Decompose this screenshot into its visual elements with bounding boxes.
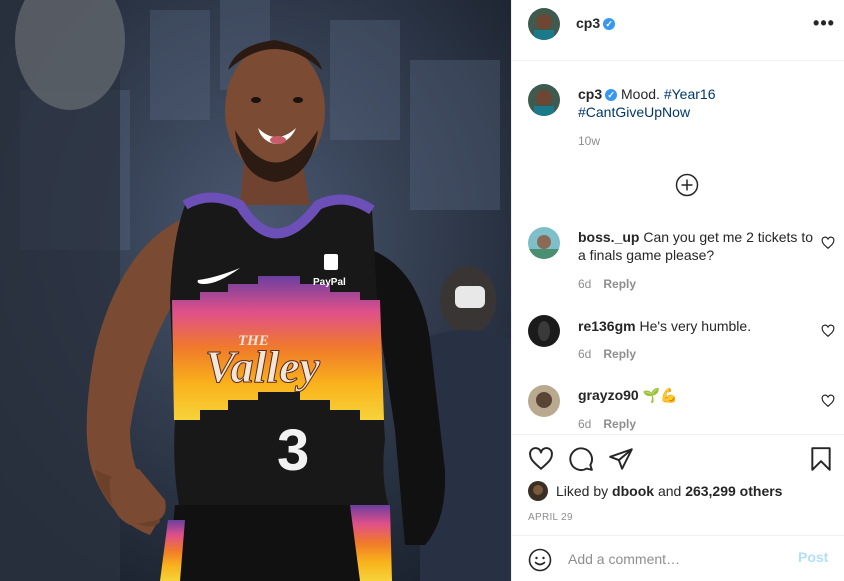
save-icon[interactable] (808, 446, 834, 472)
comment: re136gm He's very humble. (578, 317, 818, 335)
verified-badge-icon: ✓ (603, 18, 616, 30)
add-comment-bar: Post (512, 535, 844, 581)
comment-meta: 6d Reply (578, 347, 636, 361)
post-header: cp3 ✓ ••• (512, 0, 844, 61)
comment: grayzo90 🌱💪 (578, 386, 818, 404)
comment-age: 6d (578, 347, 592, 361)
author-username[interactable]: cp3 (576, 15, 600, 31)
comments-list[interactable]: cp3 ✓ Mood. #Year16 #CantGiveUpNow 10w bo… (512, 61, 844, 434)
liker-username[interactable]: dbook (612, 483, 654, 499)
caption-avatar[interactable] (528, 84, 560, 116)
load-more-comments-icon[interactable] (675, 173, 699, 197)
more-options-icon[interactable]: ••• (812, 14, 836, 36)
comment: boss._up Can you get me 2 tickets to a f… (578, 228, 818, 264)
share-icon[interactable] (608, 446, 634, 472)
commenter-avatar[interactable] (528, 315, 560, 347)
reply-button[interactable]: Reply (603, 417, 636, 431)
post-photo[interactable]: THE Valley 3 PayPal (0, 0, 511, 581)
verified-badge-icon: ✓ (605, 89, 618, 101)
like-comment-heart-icon[interactable] (821, 236, 835, 250)
jersey-number: 3 (277, 418, 309, 483)
post-actions: Liked by dbook and 263,299 others APRIL … (512, 434, 844, 581)
author-avatar[interactable] (528, 8, 560, 40)
caption-username[interactable]: cp3 (578, 86, 602, 102)
photo-illustration: THE Valley 3 PayPal (0, 0, 511, 581)
comment-text: He's very humble. (639, 318, 752, 334)
comment-username[interactable]: boss._up (578, 229, 639, 245)
paypal-logo-icon (324, 254, 338, 270)
caption-text: Mood. (621, 86, 660, 102)
comment-input[interactable] (568, 548, 788, 570)
commenter-avatar[interactable] (528, 385, 560, 417)
hashtag-link[interactable]: #Year16 (664, 86, 716, 102)
liked-by-prefix: Liked by (556, 483, 609, 499)
comment-meta: 6d Reply (578, 417, 636, 431)
liked-by-and: and (657, 483, 682, 499)
comment-meta: 6d Reply (578, 277, 636, 291)
reply-button[interactable]: Reply (603, 347, 636, 361)
post-date: APRIL 29 (528, 512, 573, 523)
hashtag-link[interactable]: #CantGiveUpNow (578, 104, 690, 120)
emoji-icon[interactable] (528, 548, 552, 572)
comment-username[interactable]: grayzo90 (578, 387, 639, 403)
comment-text: 🌱💪 (642, 387, 678, 403)
jersey-valley-text: Valley (205, 341, 321, 392)
heart-icon[interactable] (528, 446, 554, 472)
post-side-panel: cp3 ✓ ••• cp3 ✓ Mood. #Year16 #CantGiveUpN… (511, 0, 844, 581)
caption-age: 10w (578, 134, 601, 148)
like-comment-heart-icon[interactable] (821, 324, 835, 338)
comment-username[interactable]: re136gm (578, 318, 636, 334)
caption: cp3 ✓ Mood. #Year16 #CantGiveUpNow (578, 85, 818, 121)
like-comment-heart-icon[interactable] (821, 394, 835, 408)
liker-avatar[interactable] (528, 481, 548, 501)
likes-count[interactable]: 263,299 others (685, 483, 782, 499)
comment-icon[interactable] (568, 446, 594, 472)
jersey-sponsor-text: PayPal (313, 277, 346, 288)
comment-age: 6d (578, 417, 592, 431)
instagram-post: THE Valley 3 PayPal cp3 ✓ ••• cp3 ✓ Mood… (0, 0, 844, 581)
likes-summary: Liked by dbook and 263,299 others (528, 481, 782, 501)
comment-age: 6d (578, 277, 592, 291)
post-comment-button[interactable]: Post (798, 549, 828, 565)
commenter-avatar[interactable] (528, 227, 560, 259)
reply-button[interactable]: Reply (603, 277, 636, 291)
